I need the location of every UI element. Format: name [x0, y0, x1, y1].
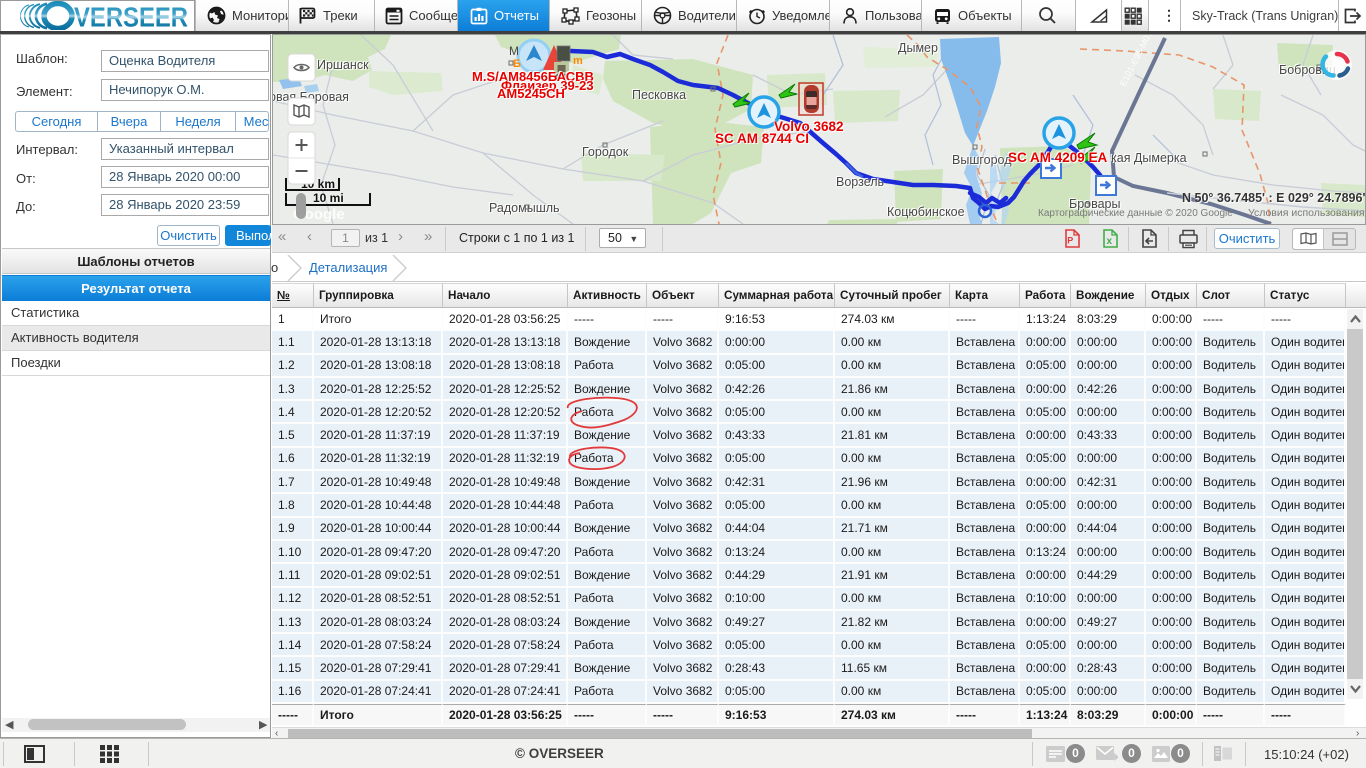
- svg-text:x: x: [1107, 236, 1113, 247]
- svg-text:Песковка: Песковка: [632, 88, 686, 102]
- svg-text:Дымер: Дымер: [898, 41, 938, 55]
- svg-text:Радомышль: Радомышль: [489, 201, 560, 215]
- svg-text:Вышгород: Вышгород: [952, 153, 1012, 167]
- svg-text:Ворзель: Ворзель: [836, 175, 884, 189]
- svg-text:N 50° 36.7485' : E 029° 24.789: N 50° 36.7485' : E 029° 24.7896': [1182, 191, 1365, 205]
- svg-text:Картографические данные © 2020: Картографические данные © 2020 Google: [1038, 207, 1233, 219]
- svg-text:Условия использования: Условия использования: [1248, 207, 1365, 219]
- svg-text:10 mi: 10 mi: [313, 191, 344, 205]
- svg-text:VERSEER: VERSEER: [74, 2, 188, 31]
- svg-text:Коцюбинское: Коцюбинское: [887, 205, 965, 219]
- svg-text:AM5245CH: AM5245CH: [497, 86, 565, 101]
- svg-text:кая Дымерка: кая Дымерка: [1111, 151, 1187, 165]
- svg-text:Иршанск: Иршанск: [317, 58, 369, 72]
- svg-text:SC AM 4209 EA: SC AM 4209 EA: [1008, 150, 1108, 165]
- svg-text:М: М: [509, 44, 519, 58]
- svg-text:m: m: [573, 55, 583, 67]
- svg-text:P: P: [1067, 236, 1073, 246]
- svg-text:SC AM 8744 CI: SC AM 8744 CI: [715, 131, 809, 146]
